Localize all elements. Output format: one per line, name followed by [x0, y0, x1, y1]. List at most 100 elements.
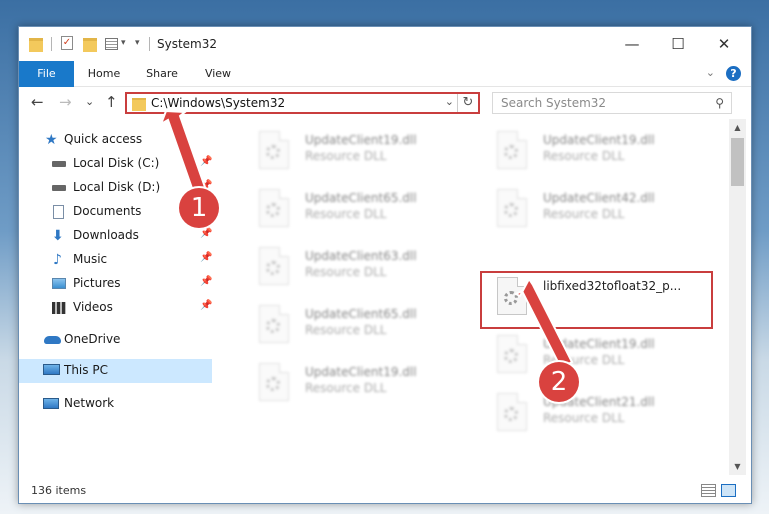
vertical-scrollbar[interactable]: ▲ ▼ — [729, 119, 746, 475]
tab-view[interactable]: View — [195, 61, 241, 86]
file-item[interactable]: UpdateClient42.dll Resource DLL — [471, 185, 701, 235]
callout-badge-1: 1 — [179, 188, 219, 228]
scroll-thumb[interactable] — [731, 138, 744, 186]
gear-icon — [266, 145, 280, 159]
file-name: UpdateClient65.dll — [305, 191, 417, 205]
gear-icon — [504, 203, 518, 217]
dll-file-icon — [259, 131, 289, 169]
file-item[interactable]: UpdateClient65.dll Resource DLL — [233, 185, 463, 235]
gear-icon — [504, 145, 518, 159]
forward-button[interactable]: → — [59, 93, 72, 111]
nav-music[interactable]: ♪ Music 📌 — [19, 249, 212, 271]
file-type: Resource DLL — [305, 323, 387, 337]
nav-videos[interactable]: Videos 📌 — [19, 297, 212, 319]
file-item[interactable]: UpdateClient19.dll Resource DLL — [233, 127, 463, 177]
properties-check-icon[interactable]: ✓ — [61, 36, 73, 50]
maximize-button[interactable]: ☐ — [655, 27, 701, 61]
pictures-icon — [52, 278, 66, 289]
new-folder-icon[interactable] — [83, 38, 97, 52]
ribbon: File Home Share View ⌄ ? — [19, 61, 751, 111]
navigation-pane: ★ Quick access Local Disk (C:) 📌 Local D… — [19, 119, 212, 475]
nav-network[interactable]: Network — [19, 393, 212, 415]
file-type: Resource DLL — [305, 381, 387, 395]
window-title: System32 — [157, 37, 218, 51]
nav-label: Local Disk (D:) — [73, 180, 161, 194]
pin-icon: 📌 — [200, 156, 213, 167]
file-name: UpdateClient19.dll — [543, 133, 655, 147]
search-icon[interactable]: ⚲ — [715, 96, 724, 110]
star-icon: ★ — [45, 132, 58, 148]
music-icon: ♪ — [53, 252, 62, 268]
nav-label: Videos — [73, 300, 113, 314]
gear-icon — [504, 349, 518, 363]
help-icon[interactable]: ? — [726, 66, 741, 81]
file-item[interactable]: UpdateClient65.dll Resource DLL — [233, 301, 463, 351]
tab-home[interactable]: Home — [81, 61, 127, 86]
nav-label: OneDrive — [64, 332, 121, 346]
file-item[interactable]: UpdateClient19.dll Resource DLL — [471, 331, 701, 381]
nav-label: Downloads — [73, 228, 139, 242]
file-item[interactable]: UpdateClient63.dll Resource DLL — [233, 243, 463, 293]
nav-quick-access[interactable]: ★ Quick access — [19, 129, 212, 151]
tab-share[interactable]: Share — [137, 61, 187, 86]
nav-onedrive[interactable]: OneDrive — [19, 329, 212, 351]
address-bar[interactable]: C:\Windows\System32 ⌄ ↻ — [125, 92, 480, 114]
explorer-window: ✓ ▾ ▾ System32 — ☐ ✕ File Home Share Vie… — [18, 26, 752, 504]
scroll-up-icon[interactable]: ▲ — [729, 119, 746, 136]
gear-icon — [266, 377, 280, 391]
nav-label: Music — [73, 252, 108, 266]
nav-downloads[interactable]: ⬇ Downloads 📌 — [19, 225, 212, 247]
file-name: UpdateClient65.dll — [305, 307, 417, 321]
gear-icon — [266, 261, 280, 275]
pin-icon: 📌 — [200, 276, 213, 287]
customize-icon[interactable] — [105, 38, 118, 50]
dll-file-icon — [259, 363, 289, 401]
close-button[interactable]: ✕ — [701, 27, 747, 61]
nav-label: Documents — [73, 204, 142, 218]
status-bar: 136 items — [19, 479, 751, 503]
folder-icon — [29, 38, 43, 52]
file-list: UpdateClient19.dll Resource DLL UpdateCl… — [213, 119, 729, 475]
nav-pictures[interactable]: Pictures 📌 — [19, 273, 212, 295]
gear-icon — [266, 203, 280, 217]
file-type: Resource DLL — [305, 265, 387, 279]
file-name: UpdateClient63.dll — [305, 249, 417, 263]
expand-ribbon-icon[interactable]: ⌄ — [706, 66, 715, 79]
up-button[interactable]: ↑ — [105, 93, 118, 111]
file-name: UpdateClient19.dll — [543, 337, 655, 351]
quick-access-toolbar-dropdown[interactable]: ▾ — [135, 38, 140, 54]
minimize-button[interactable]: — — [609, 27, 655, 61]
back-button[interactable]: ← — [31, 93, 44, 111]
file-item[interactable]: UpdateClient19.dll Resource DLL — [471, 127, 701, 177]
dll-file-icon — [259, 305, 289, 343]
file-name: UpdateClient42.dll — [543, 191, 655, 205]
address-dropdown-icon[interactable]: ⌄ — [445, 95, 454, 108]
nav-this-pc[interactable]: This PC — [19, 359, 212, 383]
customize-dropdown-icon[interactable]: ▾ — [121, 38, 126, 54]
file-type: Resource DLL — [305, 149, 387, 163]
address-path[interactable]: C:\Windows\System32 — [151, 96, 285, 110]
file-item[interactable]: UpdateClient21.dll Resource DLL — [471, 389, 701, 439]
item-count: 136 items — [31, 484, 87, 497]
recent-locations-button[interactable]: ⌄ — [85, 95, 94, 108]
nav-label: Local Disk (C:) — [73, 156, 160, 170]
documents-icon — [53, 205, 64, 219]
search-box[interactable]: Search System32 ⚲ — [492, 92, 732, 114]
refresh-button[interactable]: ↻ — [457, 94, 478, 112]
search-input[interactable]: Search System32 — [501, 96, 606, 110]
file-type: Resource DLL — [543, 207, 625, 221]
highlight-box — [480, 271, 713, 329]
nav-local-disk-c[interactable]: Local Disk (C:) 📌 — [19, 153, 212, 175]
gear-icon — [266, 319, 280, 333]
file-name: UpdateClient19.dll — [305, 365, 417, 379]
pin-icon: 📌 — [200, 252, 213, 263]
videos-icon — [52, 302, 66, 314]
divider — [149, 37, 150, 51]
folder-icon — [132, 98, 146, 111]
cloud-icon — [44, 336, 61, 344]
details-view-icon[interactable] — [701, 484, 716, 497]
scroll-down-icon[interactable]: ▼ — [729, 458, 746, 475]
file-item[interactable]: UpdateClient19.dll Resource DLL — [233, 359, 463, 409]
large-icons-view-icon[interactable] — [721, 484, 736, 497]
network-icon — [43, 398, 59, 409]
